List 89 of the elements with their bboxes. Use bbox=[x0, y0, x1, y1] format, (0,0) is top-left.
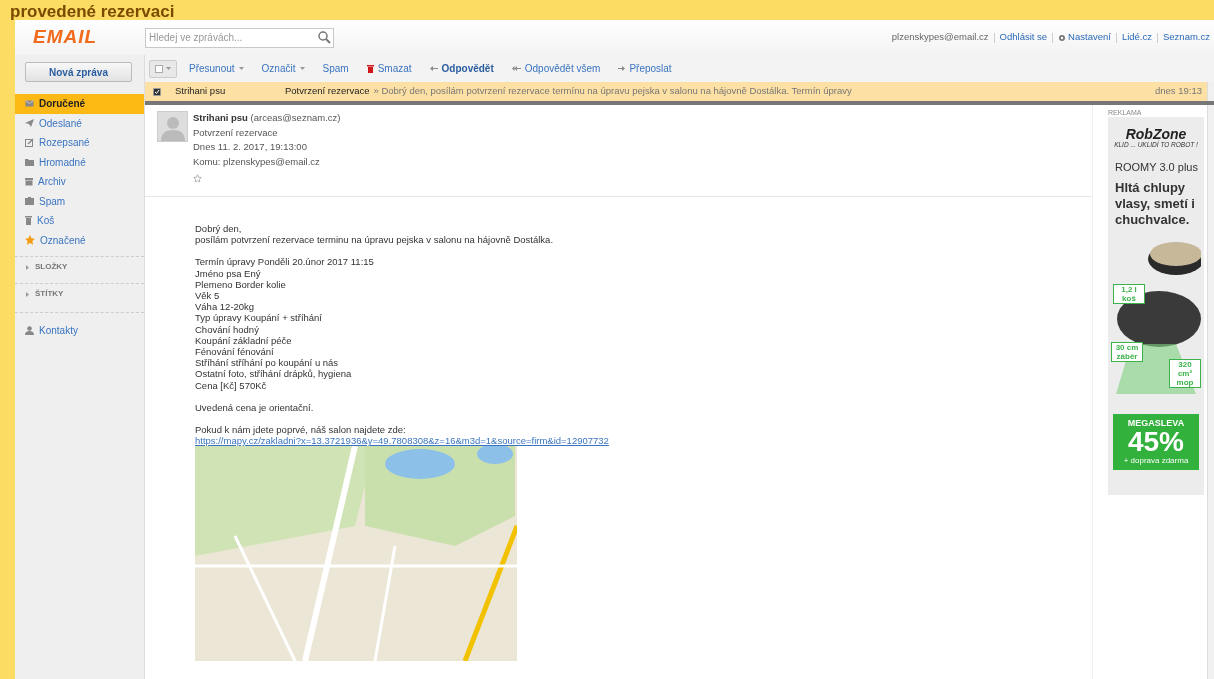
search-field[interactable]: Hledej ve zprávách... bbox=[145, 27, 334, 48]
header-link[interactable]: Seznam.cz bbox=[1163, 30, 1210, 45]
checkbox[interactable] bbox=[153, 87, 161, 96]
toolbar-button[interactable]: Označit bbox=[261, 61, 305, 76]
email-text-line: Váha 12-20kg bbox=[195, 301, 256, 313]
caret-icon bbox=[238, 67, 244, 70]
email-text-line: Cena [Kč] 570Kč bbox=[195, 379, 268, 391]
select-all-dropdown[interactable] bbox=[149, 59, 177, 78]
message-preview: » Dobrý den, posílám potvrzení rezervace termínu na úpravu pejska v salonu na hájovně Dostálka. Termín úpravy bbox=[373, 84, 852, 99]
folder-item[interactable]: Spam bbox=[15, 191, 144, 211]
email-sender: Strihani psu (arceas@seznam.cz) bbox=[193, 111, 341, 125]
paper-plane-icon bbox=[25, 119, 34, 128]
email-text-line: Uvedená cena je orientační. bbox=[195, 401, 315, 414]
settings-link[interactable]: Nastavení bbox=[1058, 30, 1111, 45]
folder-item[interactable]: Označené bbox=[15, 230, 144, 250]
email-subject: Potvrzení rezervace bbox=[193, 125, 279, 140]
settings-icon bbox=[1058, 33, 1067, 42]
pencil-square-icon bbox=[25, 138, 34, 148]
scrollbar[interactable] bbox=[1207, 105, 1214, 679]
ad-promo-note: + doprava zdarma bbox=[1123, 456, 1189, 465]
person-icon bbox=[25, 326, 34, 335]
toolbar-button[interactable]: Spam bbox=[322, 61, 349, 76]
email-text-line: Jméno psa Ený bbox=[195, 267, 262, 279]
caret-icon bbox=[299, 67, 305, 70]
email-date: Dnes 11. 2. 2017, 19:13:00 bbox=[193, 140, 308, 154]
search-icon bbox=[318, 30, 331, 44]
scrollbar[interactable] bbox=[1207, 82, 1214, 101]
trash-icon bbox=[366, 64, 374, 73]
email-text-line: Věk 5 bbox=[195, 290, 221, 302]
ad-model: ROOMY 3.0 plus bbox=[1114, 160, 1198, 175]
email-text-line: Ostatní foto, stříhání drápků, hygiena bbox=[195, 368, 353, 380]
checkmark-icon bbox=[154, 88, 160, 95]
email-text-line: Typ úpravy Koupání + stříhání bbox=[195, 312, 323, 324]
envelope-icon bbox=[25, 100, 34, 108]
toolbar-button[interactable]: Smazat bbox=[366, 61, 412, 76]
caret-icon bbox=[25, 291, 30, 297]
email-text-line: Stříhání stříhání po koupání u nás bbox=[195, 357, 340, 369]
folder-item[interactable]: Odeslané bbox=[15, 113, 144, 133]
star-icon bbox=[25, 235, 35, 246]
ad-callout: 320 cm² mop bbox=[1169, 358, 1201, 388]
checkbox-icon bbox=[155, 64, 163, 73]
folder-item[interactable]: Doručené bbox=[15, 94, 144, 114]
section-toggle[interactable]: ŠTÍTKY bbox=[15, 283, 144, 304]
email-text-line: Pokud k nám jdete poprvé, náš salon najdete zde: bbox=[195, 424, 407, 436]
message-time: dnes 19:13 bbox=[1155, 84, 1203, 99]
email-recipient: Komu: plzenskypes@email.cz bbox=[193, 154, 321, 169]
trash-icon bbox=[25, 216, 32, 226]
folder-item[interactable]: Koš bbox=[15, 211, 144, 231]
folder-icon bbox=[25, 158, 34, 166]
archive-box-icon bbox=[25, 177, 33, 186]
email-text-line: posílám potvrzení rezervace terminu na úpravu pejska v salonu na hájovně Dostálka. bbox=[195, 234, 555, 246]
account-email: plzenskypes@email.cz bbox=[891, 30, 989, 45]
ad-discount: 45% bbox=[1127, 428, 1184, 456]
header-link[interactable]: Lidé.cz bbox=[1121, 30, 1152, 45]
banner-title: provedené rezervaci bbox=[10, 2, 175, 20]
ad-headline: Hltá chlupy vlasy, smetí i chuchvalce. bbox=[1114, 179, 1196, 228]
email-text-line: Chování hodný bbox=[195, 323, 260, 335]
reply-arrow-icon bbox=[429, 66, 438, 71]
toolbar-button[interactable]: Odpovědět všem bbox=[511, 61, 601, 76]
email-text-line: Dobrý den, bbox=[195, 223, 243, 235]
toolbar-button[interactable]: Přeposlat bbox=[618, 61, 672, 76]
folder-item[interactable]: Hromadné bbox=[15, 152, 144, 172]
caret-icon bbox=[166, 67, 171, 70]
ad-callout: 1,2 l koš bbox=[1113, 283, 1145, 304]
map-link[interactable]: https://mapy.cz/zakladni?x=13.3721936&y=49.7808308&z=16&m3d=1&source=firm&id=12907732 bbox=[195, 435, 1092, 447]
caret-icon bbox=[25, 264, 30, 270]
contacts-link[interactable]: Kontakty bbox=[15, 312, 144, 338]
section-toggle[interactable]: SLOŽKY bbox=[15, 256, 144, 277]
forward-arrow-icon bbox=[618, 66, 626, 71]
logo[interactable]: EMAIL bbox=[15, 23, 145, 52]
compose-button[interactable]: Nová zpráva bbox=[25, 62, 132, 82]
email-text-line: Plemeno Border kolie bbox=[195, 278, 287, 290]
message-subject: Potvrzení rezervace bbox=[285, 84, 370, 99]
email-text-line: Termín úpravy Ponděli 20.únor 2017 11:15 bbox=[195, 256, 375, 268]
folder-item[interactable]: Archiv bbox=[15, 172, 144, 192]
toolbar-button[interactable]: Odpovědět bbox=[429, 61, 494, 76]
ad-promo: MEGASLEVA bbox=[1127, 418, 1185, 428]
email-text-line: Koupání základní péče bbox=[195, 334, 293, 347]
toolbar-button[interactable]: Přesunout bbox=[189, 61, 244, 76]
header-link[interactable]: Odhlásit se bbox=[999, 30, 1048, 45]
message-sender: Strihani psu bbox=[175, 84, 227, 99]
box-icon bbox=[25, 197, 34, 206]
ad-callout: 30 cm záběr bbox=[1111, 341, 1143, 362]
ad-brand: RobZone bbox=[1125, 127, 1187, 141]
folder-item[interactable]: Rozepsané bbox=[15, 133, 144, 153]
message-row[interactable]: Strihani psu Potvrzení rezervace » Dobrý den, posílám potvrzení rezervace termínu na úpravu pejska v salonu na hájovně Dostálka. Termín úpravy dnes 19:13 bbox=[145, 82, 1207, 101]
star-icon[interactable] bbox=[193, 174, 202, 183]
double-arrow-icon bbox=[511, 66, 521, 71]
email-text-line: Fénování fénování bbox=[195, 346, 275, 358]
